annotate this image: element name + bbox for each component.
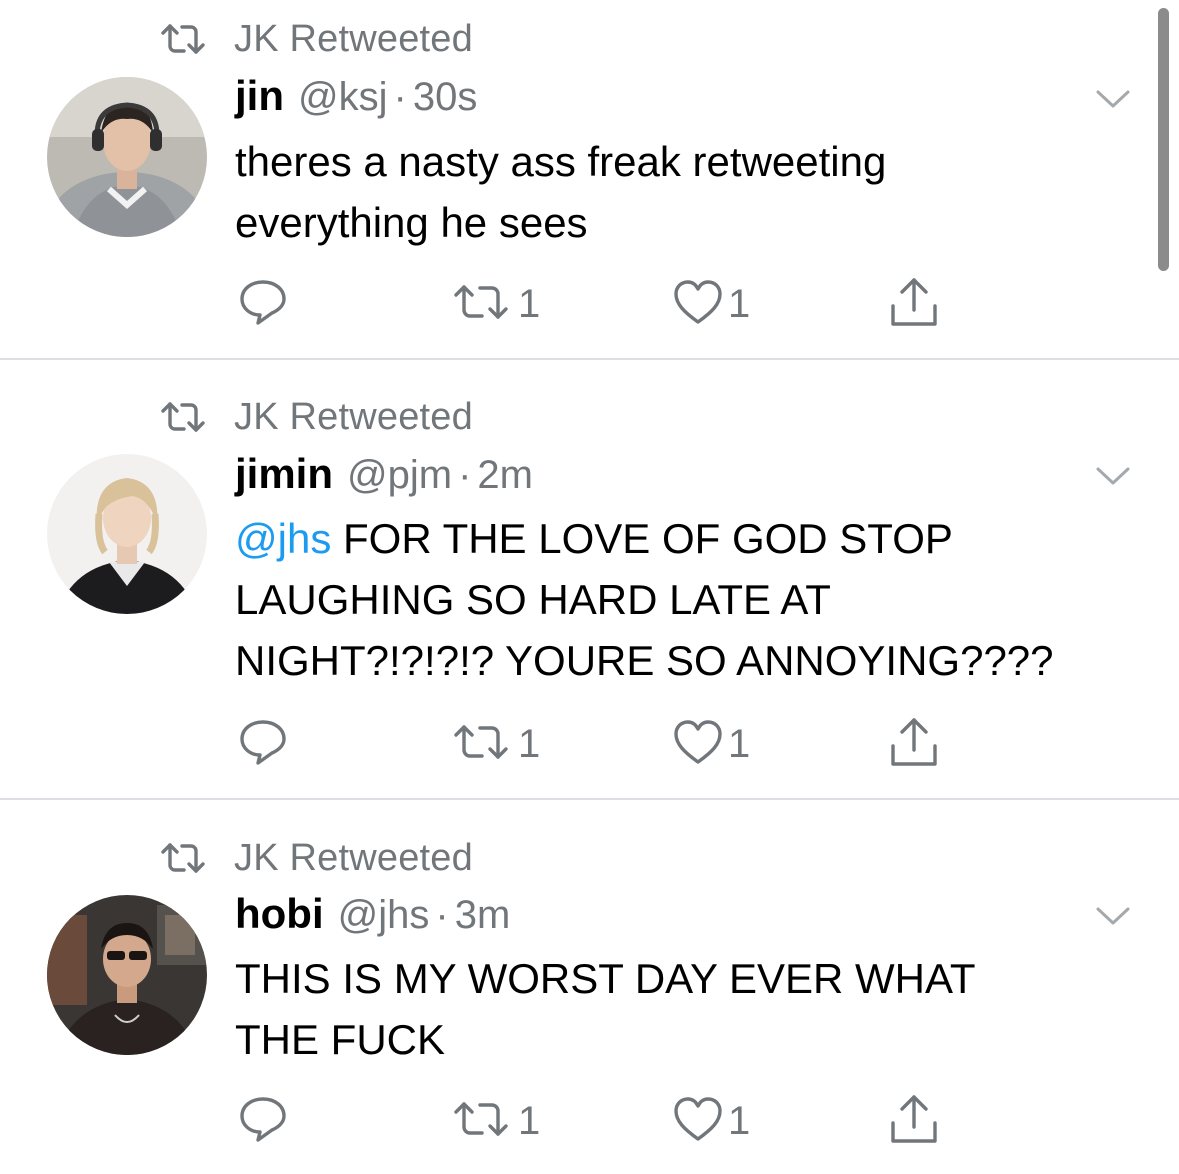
like-count: 1 — [728, 1098, 751, 1143]
reply-button[interactable] — [238, 276, 288, 332]
share-button[interactable] — [888, 276, 940, 332]
retweet-count: 1 — [518, 721, 541, 766]
tweet-text: theres a nasty ass freak retweeting ever… — [235, 131, 1115, 253]
tweet-actions: 1 1 — [0, 1093, 1179, 1149]
separator-dot: · — [458, 453, 472, 497]
retweeted-by-label: JK Retweeted — [234, 836, 473, 879]
display-name[interactable]: hobi — [235, 890, 324, 938]
like-button[interactable]: 1 — [672, 276, 750, 332]
tweet-text-content: FOR THE LOVE OF GOD STOP — [331, 515, 953, 562]
retweet-button[interactable]: 1 — [452, 276, 540, 332]
tweet-text-line: THIS IS MY WORST DAY EVER WHAT — [235, 948, 1115, 1009]
tweet-header: jin @ksj · 30s — [235, 72, 477, 128]
timestamp[interactable]: 30s — [413, 75, 478, 120]
tweet[interactable]: JK Retweeted jimin @pjm · 2m @jhs FOR TH… — [0, 359, 1179, 799]
user-handle[interactable]: @jhs — [338, 893, 430, 938]
like-count: 1 — [728, 721, 751, 766]
heart-icon — [672, 1095, 724, 1148]
tweet-text-line: @jhs FOR THE LOVE OF GOD STOP — [235, 508, 1115, 569]
tweet-text-content: LAUGHING SO HARD LATE AT — [235, 576, 831, 623]
tweet-text-content: THE FUCK — [235, 1016, 445, 1063]
display-name[interactable]: jin — [235, 72, 284, 120]
timestamp[interactable]: 3m — [455, 893, 511, 938]
like-button[interactable]: 1 — [672, 1093, 750, 1149]
retweeted-by-label: JK Retweeted — [234, 395, 473, 438]
heart-icon — [672, 718, 724, 771]
retweet-button[interactable]: 1 — [452, 1093, 540, 1149]
tweet-text: @jhs FOR THE LOVE OF GOD STOP LAUGHING S… — [235, 508, 1115, 691]
tweet-text: THIS IS MY WORST DAY EVER WHAT THE FUCK — [235, 948, 1115, 1070]
tweet-header: hobi @jhs · 3m — [235, 890, 510, 946]
tweet-text-line: NIGHT?!?!?!? YOURE SO ANNOYING???? — [235, 630, 1115, 691]
share-icon — [888, 716, 940, 773]
like-count: 1 — [728, 281, 751, 326]
retweet-icon — [160, 841, 206, 875]
retweet-icon — [452, 1099, 514, 1144]
user-handle[interactable]: @ksj — [298, 75, 388, 120]
like-button[interactable]: 1 — [672, 716, 750, 772]
tweet-actions: 1 1 — [0, 716, 1179, 772]
retweet-context: JK Retweeted — [160, 395, 473, 438]
tweet[interactable]: JK Retweeted hobi @jhs · 3m THIS IS MY W… — [0, 799, 1179, 1174]
tweet-text-line: LAUGHING SO HARD LATE AT — [235, 569, 1115, 630]
tweet-text-content: everything he sees — [235, 199, 588, 246]
reply-icon — [238, 717, 288, 772]
display-name[interactable]: jimin — [235, 450, 333, 498]
avatar[interactable] — [47, 454, 207, 614]
reply-button[interactable] — [238, 1093, 288, 1149]
retweet-icon — [452, 282, 514, 327]
tweet-text-content: THIS IS MY WORST DAY EVER WHAT — [235, 955, 976, 1002]
retweet-context: JK Retweeted — [160, 17, 473, 60]
user-handle[interactable]: @pjm — [347, 453, 452, 498]
chevron-down-icon[interactable] — [1093, 463, 1133, 489]
timestamp[interactable]: 2m — [477, 453, 533, 498]
tweet-actions: 1 1 — [0, 276, 1179, 332]
retweet-icon — [160, 400, 206, 434]
share-button[interactable] — [888, 1093, 940, 1149]
tweet-text-line: theres a nasty ass freak retweeting — [235, 131, 1115, 192]
retweeted-by-label: JK Retweeted — [234, 17, 473, 60]
tweet-text-content: theres a nasty ass freak retweeting — [235, 138, 887, 185]
chevron-down-icon[interactable] — [1093, 86, 1133, 112]
share-button[interactable] — [888, 716, 940, 772]
retweet-icon — [160, 22, 206, 56]
chevron-down-icon[interactable] — [1093, 903, 1133, 929]
retweet-context: JK Retweeted — [160, 836, 473, 879]
timeline: JK Retweeted jin @ksj · 30s theres a nas… — [0, 0, 1179, 1174]
avatar[interactable] — [47, 77, 207, 237]
tweet-header: jimin @pjm · 2m — [235, 450, 533, 506]
retweet-button[interactable]: 1 — [452, 716, 540, 772]
retweet-icon — [452, 722, 514, 767]
reply-button[interactable] — [238, 716, 288, 772]
reply-icon — [238, 277, 288, 332]
reply-icon — [238, 1094, 288, 1149]
retweet-count: 1 — [518, 281, 541, 326]
tweet[interactable]: JK Retweeted jin @ksj · 30s theres a nas… — [0, 0, 1179, 359]
tweet-text-line: everything he sees — [235, 192, 1115, 253]
tweet-text-line: THE FUCK — [235, 1009, 1115, 1070]
separator-dot: · — [393, 75, 407, 119]
share-icon — [888, 1093, 940, 1150]
retweet-count: 1 — [518, 1098, 541, 1143]
mention-link[interactable]: @jhs — [235, 515, 331, 562]
tweet-text-content: NIGHT?!?!?!? YOURE SO ANNOYING???? — [235, 637, 1054, 684]
separator-dot: · — [435, 893, 449, 937]
heart-icon — [672, 278, 724, 331]
avatar[interactable] — [47, 895, 207, 1055]
scrollbar[interactable] — [1158, 8, 1169, 271]
share-icon — [888, 276, 940, 333]
